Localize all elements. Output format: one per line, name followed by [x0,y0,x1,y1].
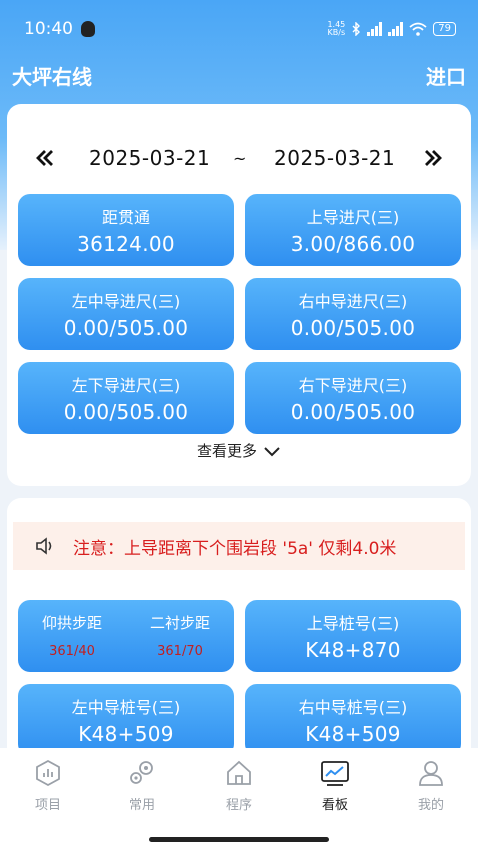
date-range-row: 2025-03-21 ~ 2025-03-21 [7,142,471,174]
wifi-icon [409,22,427,36]
start-date[interactable]: 2025-03-21 [89,146,210,170]
stat-tile-right-middle-advance[interactable]: 右中导进尺(三) 0.00/505.00 [245,278,461,350]
stat-tile-upper-advance[interactable]: 上导进尺(三) 3.00/866.00 [245,194,461,266]
date-separator: ~ [233,148,247,168]
view-more-button[interactable]: 查看更多 [7,440,471,461]
signal-icon-1 [367,22,383,36]
tab-mine[interactable]: 我的 [391,758,471,813]
bluetooth-icon [352,22,361,36]
chevron-down-icon [264,446,280,456]
summary-card: 2025-03-21 ~ 2025-03-21 距贯通 36124.00 上导进… [7,104,471,486]
stake-tile-left-middle[interactable]: 左中导桩号(三) K48+509 [18,684,234,756]
status-time: 10:40 [24,19,73,39]
tab-dashboard[interactable]: 看板 [295,758,375,813]
network-speed: 1.45 KB/s [327,20,346,37]
tab-project[interactable]: 项目 [8,758,88,813]
double-chevron-left-icon[interactable] [33,146,57,170]
bottom-tab-bar: 项目 常用 程序 看板 我的 [0,748,478,850]
app-header: 大坪右线 进口 [0,58,478,92]
tab-common[interactable]: 常用 [102,758,182,813]
gears-icon [130,761,153,784]
dashboard-icon [321,761,349,786]
progress-card: 注意：上导距离下个围岩段 '5a' 仅剩4.0米 仰拱步距 二衬步距 361/4… [7,498,471,768]
home-indicator[interactable] [149,837,329,842]
tab-program[interactable]: 程序 [199,758,279,813]
status-bar: 10:40 1.45 KB/s 79 [0,0,478,58]
stat-tile-right-lower-advance[interactable]: 右下导进尺(三) 0.00/505.00 [245,362,461,434]
stat-tile-breakthrough[interactable]: 距贯通 36124.00 [18,194,234,266]
notice-banner: 注意：上导距离下个围岩段 '5a' 仅剩4.0米 [13,522,465,570]
stat-tile-left-lower-advance[interactable]: 左下导进尺(三) 0.00/505.00 [18,362,234,434]
signal-icon-2 [388,22,404,36]
invert-step-label: 仰拱步距 [41,614,102,632]
invert-step-value: 361/40 [49,644,95,659]
qq-icon [81,21,95,37]
project-chart-icon [36,759,60,787]
double-chevron-right-icon[interactable] [421,146,445,170]
stake-tile-right-middle[interactable]: 右中导桩号(三) K48+509 [245,684,461,756]
notice-text: 注意：上导距离下个围岩段 '5a' 仅剩4.0米 [73,538,397,559]
stake-tile-upper[interactable]: 上导桩号(三) K48+870 [245,600,461,672]
speaker-icon [36,537,52,555]
page-title[interactable]: 大坪右线 [12,61,92,90]
lining-step-value: 361/70 [157,644,203,659]
import-button[interactable]: 进口 [426,61,466,90]
battery-icon: 79 [433,22,456,36]
user-icon [419,761,443,786]
lining-step-label: 二衬步距 [149,614,210,632]
step-distance-tile[interactable]: 仰拱步距 二衬步距 361/40 361/70 [18,600,234,672]
end-date[interactable]: 2025-03-21 [274,146,395,170]
stat-tile-left-middle-advance[interactable]: 左中导进尺(三) 0.00/505.00 [18,278,234,350]
home-icon [227,760,251,785]
